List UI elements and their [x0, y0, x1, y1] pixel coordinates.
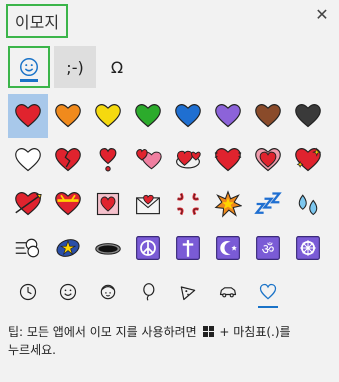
emoji-growing-heart[interactable] [248, 138, 288, 182]
emoji-red-heart[interactable] [8, 94, 48, 138]
dizzy-icon [56, 239, 80, 257]
emoji-black-heart[interactable] [288, 94, 328, 138]
orange-heart-icon [55, 104, 81, 128]
category-person[interactable] [88, 274, 128, 310]
tip-part-3: 누르세요. [8, 343, 56, 357]
category-bar [8, 274, 328, 310]
pizza-icon [180, 286, 196, 301]
smiley-icon [20, 58, 38, 76]
yellow-heart-icon [95, 104, 121, 128]
person-icon [100, 284, 116, 300]
emoji-star-and-crescent[interactable] [208, 226, 248, 270]
svg-text:ॐ: ॐ [262, 242, 275, 258]
smiley-icon [59, 283, 77, 301]
tab-bar: ;-) Ω [8, 46, 138, 92]
category-clock[interactable] [8, 274, 48, 310]
love-letter-icon [136, 194, 160, 215]
black-heart-icon [295, 104, 321, 128]
emoji-dashing-away[interactable] [8, 226, 48, 270]
emoji-heart-decoration[interactable] [88, 182, 128, 226]
tab-emoji[interactable] [8, 46, 50, 88]
emoji-white-heart[interactable] [8, 138, 48, 182]
car-icon [219, 287, 237, 298]
emoji-grid: ॐ [8, 94, 328, 274]
emoji-wheel-of-dharma[interactable] [288, 226, 328, 270]
windows-key-icon [202, 326, 214, 337]
emoji-purple-heart[interactable] [208, 94, 248, 138]
emoji-collision[interactable] [208, 182, 248, 226]
category-car[interactable] [208, 274, 248, 310]
om-icon: ॐ [256, 236, 280, 260]
emoji-sweat-droplets[interactable] [288, 182, 328, 226]
white-heart-icon [15, 148, 41, 172]
heart-decoration-icon [96, 192, 120, 216]
heart-icon [259, 283, 277, 300]
broken-heart-icon [55, 148, 81, 172]
tip-text: 팁: 모든 앱에서 이모 지를 사용하려면 + 마침표(.)를 누르세요. [8, 323, 326, 359]
heart-with-ribbon-icon [55, 192, 81, 216]
close-button[interactable]: ✕ [313, 6, 331, 24]
collision-icon [214, 190, 242, 218]
star-and-crescent-icon [216, 236, 240, 260]
emoji-two-hearts[interactable] [128, 138, 168, 182]
peace-symbol-icon [136, 236, 160, 260]
category-balloon[interactable] [128, 274, 168, 310]
sweat-droplets-icon [298, 194, 318, 216]
category-pizza[interactable] [168, 274, 208, 310]
blue-heart-icon [175, 104, 201, 128]
emoji-love-letter[interactable] [128, 182, 168, 226]
wheel-of-dharma-icon [296, 236, 320, 260]
emoji-sparkling-heart[interactable] [288, 138, 328, 182]
tab-symbols[interactable]: Ω [96, 46, 138, 88]
two-hearts-icon [136, 148, 162, 170]
category-heart[interactable] [248, 274, 288, 310]
emoji-orange-heart[interactable] [48, 94, 88, 138]
red-heart-icon [15, 104, 41, 128]
emoji-heart-with-arrow[interactable] [8, 182, 48, 226]
emoji-brown-heart[interactable] [248, 94, 288, 138]
window-title: 이모지 [6, 4, 68, 38]
emoji-beating-heart[interactable] [208, 138, 248, 182]
tab-kaomoji[interactable]: ;-) [54, 46, 96, 88]
beating-heart-icon [214, 148, 242, 172]
emoji-zzz[interactable] [248, 182, 288, 226]
emoji-latin-cross[interactable] [168, 226, 208, 270]
anger-symbol-icon [177, 192, 199, 216]
zzz-icon [254, 192, 282, 214]
heart-exclamation-icon [99, 148, 117, 172]
purple-heart-icon [215, 104, 241, 128]
emoji-peace-symbol[interactable] [128, 226, 168, 270]
heart-with-arrow-icon [15, 192, 42, 216]
emoji-anger-symbol[interactable] [168, 182, 208, 226]
hole-icon [95, 243, 121, 255]
emoji-dizzy[interactable] [48, 226, 88, 270]
emoji-green-heart[interactable] [128, 94, 168, 138]
tip-part-2: + 마침표(.)를 [219, 325, 291, 339]
emoji-om[interactable]: ॐ [248, 226, 288, 270]
growing-heart-icon [255, 148, 281, 172]
latin-cross-icon [176, 236, 200, 260]
balloon-icon [143, 283, 155, 301]
category-smiley[interactable] [48, 274, 88, 310]
green-heart-icon [135, 104, 161, 128]
tip-part-1: 팁: 모든 앱에서 이모 지를 사용하려면 [8, 325, 197, 339]
emoji-hole[interactable] [88, 226, 128, 270]
emoji-blue-heart[interactable] [168, 94, 208, 138]
emoji-yellow-heart[interactable] [88, 94, 128, 138]
emoji-revolving-hearts[interactable] [168, 138, 208, 182]
emoji-broken-heart[interactable] [48, 138, 88, 182]
dashing-away-icon [15, 238, 40, 258]
brown-heart-icon [255, 104, 281, 128]
emoji-heart-with-ribbon[interactable] [48, 182, 88, 226]
revolving-hearts-icon [176, 150, 201, 169]
emoji-heart-exclamation[interactable] [88, 138, 128, 182]
sparkling-heart-icon [295, 147, 322, 172]
clock-icon [19, 283, 37, 301]
